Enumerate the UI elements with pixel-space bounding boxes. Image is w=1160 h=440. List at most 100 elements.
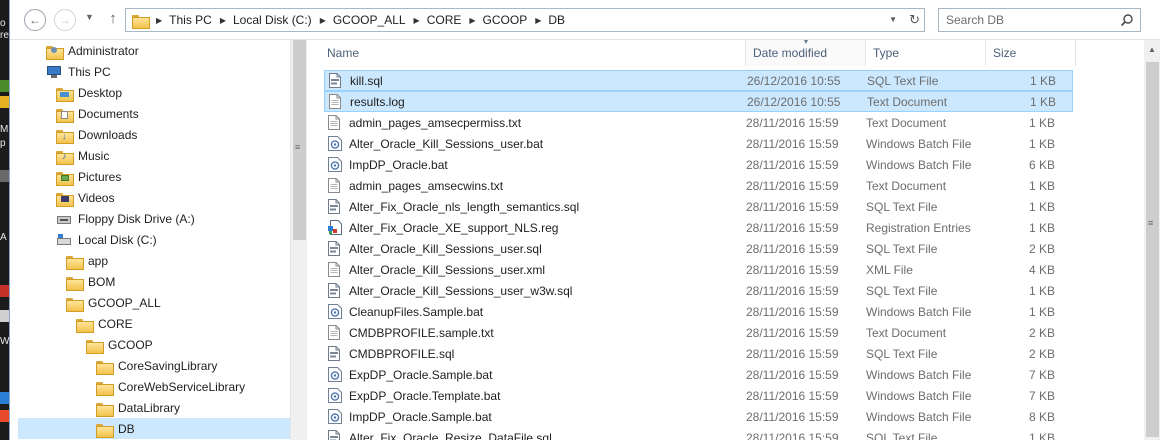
breadcrumb-local-disk[interactable]: Local Disk (C:): [233, 13, 312, 27]
search-icon[interactable]: [1120, 13, 1134, 27]
file-size: 2 KB: [1028, 346, 1055, 361]
desktop-icon-fragment: [0, 392, 9, 404]
desktop-icon-fragment: [0, 170, 9, 182]
scrollbar-thumb[interactable]: [1146, 62, 1159, 437]
file-row[interactable]: kill.sql 26/12/2016 10:55 SQL Text File 1 K…: [324, 70, 1073, 91]
file-row[interactable]: results.log 26/12/2016 10:55 Text Document…: [324, 91, 1073, 112]
forward-button[interactable]: →: [54, 9, 76, 31]
breadcrumb-this-pc[interactable]: This PC: [169, 13, 212, 27]
tree-item-documents[interactable]: Documents: [56, 103, 139, 124]
scrollbar-thumb[interactable]: [293, 40, 306, 240]
file-name-cell: admin_pages_amsecpermiss.txt: [328, 114, 521, 131]
tree-item-app[interactable]: app: [66, 250, 108, 271]
file-row[interactable]: Alter_Oracle_Kill_Sessions_user_w3w.sql 2…: [324, 280, 1073, 301]
tree-item-desktop[interactable]: Desktop: [56, 82, 122, 103]
navigation-pane-scrollbar[interactable]: ≡: [290, 40, 307, 440]
column-header-size[interactable]: Size: [986, 40, 1076, 66]
recent-locations-button[interactable]: ▼: [85, 12, 94, 22]
file-size: 1 KB: [1028, 199, 1055, 214]
file-name: CMDBPROFILE.sample.txt: [349, 325, 494, 340]
file-name-cell: CleanupFiles.Sample.bat: [328, 303, 483, 320]
up-button[interactable]: ↑: [105, 10, 121, 28]
file-row[interactable]: Alter_Fix_Oracle_XE_support_NLS.reg 28/11…: [324, 217, 1073, 238]
breadcrumb-gcoop-all[interactable]: GCOOP_ALL: [333, 13, 406, 27]
file-name: Alter_Fix_Oracle_XE_support_NLS.reg: [349, 220, 559, 235]
tree-item-music[interactable]: ♪ Music: [56, 145, 109, 166]
breadcrumb-gcoop[interactable]: GCOOP: [483, 13, 528, 27]
column-header-date-modified[interactable]: ▼ Date modified: [746, 40, 866, 66]
folder-icon: [76, 317, 94, 333]
breadcrumb-core[interactable]: CORE: [427, 13, 462, 27]
file-row[interactable]: Alter_Fix_Oracle_Resize_DataFile.sql 28/1…: [324, 427, 1073, 440]
tree-item-pictures[interactable]: Pictures: [56, 166, 121, 187]
file-name-cell: ExpDP_Oracle.Sample.bat: [328, 366, 492, 383]
breadcrumb-db[interactable]: DB: [548, 13, 565, 27]
file-row[interactable]: Alter_Oracle_Kill_Sessions_user.xml 28/11…: [324, 259, 1073, 280]
address-bar[interactable]: ▶ This PC ▶ Local Disk (C:) ▶ GCOOP_ALL …: [125, 8, 925, 32]
scroll-up-icon[interactable]: ▲: [1148, 45, 1156, 54]
file-list-scrollbar[interactable]: ▲ ≡: [1144, 40, 1160, 440]
column-header-label: Type: [873, 46, 900, 60]
file-name: kill.sql: [350, 73, 383, 88]
computer-icon: [46, 65, 62, 79]
tree-item-local-disk[interactable]: Local Disk (C:): [56, 229, 157, 250]
tree-item-label: app: [88, 253, 109, 268]
back-button[interactable]: ←: [24, 9, 46, 31]
file-date-modified: 28/11/2016 15:59: [746, 199, 839, 214]
file-size: 2 KB: [1028, 325, 1055, 340]
file-type: SQL Text File: [866, 346, 938, 361]
tree-item-administrator[interactable]: Administrator: [46, 40, 139, 61]
batch-file-icon: [328, 408, 342, 425]
tree-item-downloads[interactable]: ↓ Downloads: [56, 124, 137, 145]
file-type: Text Document: [867, 94, 948, 109]
tree-item-corewebservicelibrary[interactable]: CoreWebServiceLibrary: [96, 376, 245, 397]
breadcrumb-separator-icon[interactable]: ▶: [535, 16, 541, 25]
sql-file-icon: [328, 282, 342, 299]
tree-item-bom[interactable]: BOM: [66, 271, 115, 292]
tree-item-gcoop-all[interactable]: GCOOP_ALL: [66, 292, 161, 313]
tree-item-gcoop[interactable]: GCOOP: [86, 334, 153, 355]
file-row[interactable]: admin_pages_amsecpermiss.txt 28/11/2016 1…: [324, 112, 1073, 133]
text-file-icon: [328, 114, 342, 131]
tree-item-label: Desktop: [78, 85, 123, 100]
file-row[interactable]: CMDBPROFILE.sql 28/11/2016 15:59 SQL Text …: [324, 343, 1073, 364]
search-input[interactable]: [946, 13, 1116, 27]
file-row[interactable]: CMDBPROFILE.sample.txt 28/11/2016 15:59 Te…: [324, 322, 1073, 343]
batch-file-icon: [328, 135, 342, 152]
file-date-modified: 26/12/2016 10:55: [747, 73, 841, 88]
file-row[interactable]: ImpDP_Oracle.Sample.bat 28/11/2016 15:59 W…: [324, 406, 1073, 427]
address-dropdown-icon[interactable]: ▼: [889, 12, 897, 28]
file-row[interactable]: ExpDP_Oracle.Sample.bat 28/11/2016 15:59 W…: [324, 364, 1073, 385]
desktop-text-fragment: re: [0, 30, 9, 41]
tree-item-coresavinglibrary[interactable]: CoreSavingLibrary: [96, 355, 217, 376]
tree-item-videos[interactable]: Videos: [56, 187, 114, 208]
file-row[interactable]: Alter_Fix_Oracle_nls_length_semantics.sq…: [324, 196, 1073, 217]
breadcrumb-separator-icon[interactable]: ▶: [414, 16, 420, 25]
folder-icon: [86, 338, 104, 354]
tree-item-floppy-drive[interactable]: Floppy Disk Drive (A:): [56, 208, 195, 229]
file-row[interactable]: Alter_Oracle_Kill_Sessions_user.sql 28/11…: [324, 238, 1073, 259]
tree-item-this-pc[interactable]: This PC: [46, 61, 111, 82]
file-row[interactable]: CleanupFiles.Sample.bat 28/11/2016 15:59 W…: [324, 301, 1073, 322]
column-header-name[interactable]: Name: [320, 40, 746, 66]
breadcrumb-separator-icon[interactable]: ▶: [220, 16, 226, 25]
file-row[interactable]: ImpDP_Oracle.bat 28/11/2016 15:59 Windows …: [324, 154, 1073, 175]
file-date-modified: 28/11/2016 15:59: [746, 409, 839, 424]
file-row[interactable]: admin_pages_amsecwins.txt 28/11/2016 15:5…: [324, 175, 1073, 196]
breadcrumb-separator-icon[interactable]: ▶: [469, 16, 475, 25]
search-box[interactable]: [938, 8, 1141, 32]
batch-file-icon: [328, 366, 342, 383]
file-row[interactable]: ExpDP_Oracle.Template.bat 28/11/2016 15:5…: [324, 385, 1073, 406]
breadcrumb-separator-icon[interactable]: ▶: [320, 16, 326, 25]
file-row[interactable]: Alter_Oracle_Kill_Sessions_user.bat 28/11…: [324, 133, 1073, 154]
tree-item-core[interactable]: CORE: [76, 313, 133, 334]
breadcrumb-separator-icon[interactable]: ▶: [156, 16, 162, 25]
file-name: ImpDP_Oracle.bat: [349, 157, 448, 172]
file-type: Registration Entries: [866, 220, 971, 235]
tree-item-datalibrary[interactable]: DataLibrary: [96, 397, 180, 418]
tree-item-db[interactable]: DB: [18, 418, 290, 439]
file-date-modified: 28/11/2016 15:59: [746, 241, 839, 256]
refresh-icon[interactable]: ↻: [909, 12, 920, 28]
file-type: Windows Batch File: [866, 388, 972, 403]
column-header-type[interactable]: Type: [866, 40, 986, 66]
